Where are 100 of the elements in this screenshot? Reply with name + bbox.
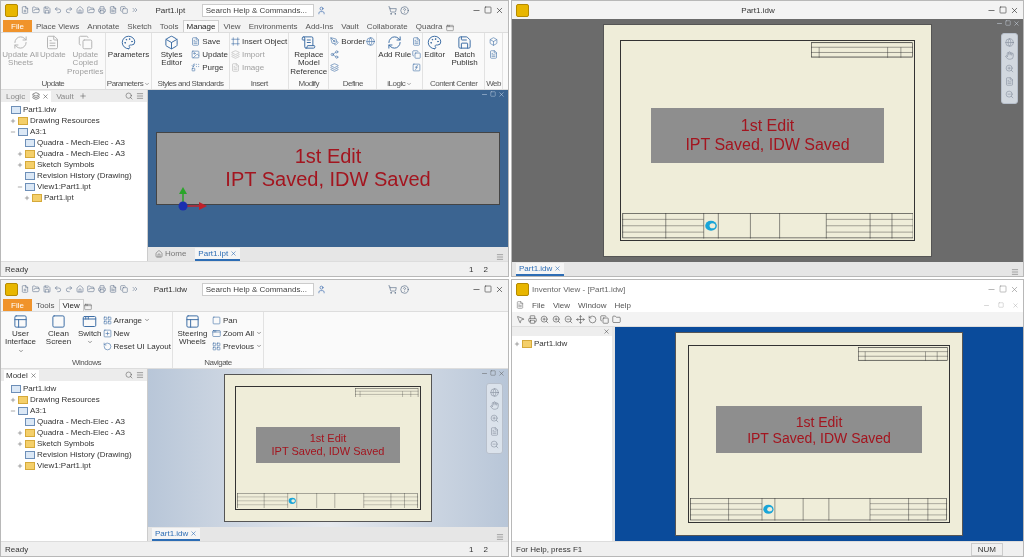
ribbon-button[interactable]: Arrange xyxy=(102,314,171,326)
ribbon-button[interactable]: Previous xyxy=(211,340,263,352)
ribbon-button[interactable]: Switch xyxy=(78,314,102,346)
redo-icon[interactable] xyxy=(65,6,73,14)
ribbon-button[interactable]: Update xyxy=(191,48,228,60)
search-field[interactable]: Search Help & Commands... xyxy=(201,282,314,296)
folder-icon[interactable] xyxy=(612,314,621,324)
panel-title[interactable]: Parameters xyxy=(106,78,151,89)
home-icon[interactable] xyxy=(76,6,84,14)
ribbon-tab[interactable]: View xyxy=(219,20,245,32)
collapse-icon[interactable] xyxy=(10,128,16,135)
folder-icon[interactable] xyxy=(32,285,40,293)
page-number[interactable]: 2 xyxy=(483,264,488,274)
page-number[interactable]: 1 xyxy=(469,264,474,274)
new-file-icon[interactable] xyxy=(21,285,29,293)
home-icon[interactable] xyxy=(76,285,84,293)
menu-item[interactable]: File xyxy=(532,300,545,310)
menu-icon[interactable] xyxy=(496,533,504,541)
printer-icon[interactable] xyxy=(528,314,537,324)
document-tab[interactable]: Home xyxy=(152,248,190,261)
printer-icon[interactable] xyxy=(98,285,106,293)
help-icon[interactable] xyxy=(400,5,410,15)
ribbon-icon-button[interactable] xyxy=(489,48,499,60)
ribbon-button[interactable]: Add Rule xyxy=(378,35,412,60)
expand-icon[interactable] xyxy=(17,429,23,436)
tree-item[interactable]: Part1.idw xyxy=(3,383,145,394)
ribbon-button[interactable]: Parameters xyxy=(109,35,147,60)
undo-icon[interactable] xyxy=(54,6,62,14)
ribbon-button[interactable]: Reset UI Layout xyxy=(102,340,171,352)
panel-toggle-icon[interactable] xyxy=(446,24,455,32)
orbit-icon[interactable] xyxy=(490,388,499,397)
close-icon[interactable] xyxy=(230,250,238,257)
ribbon-button[interactable]: New xyxy=(102,327,171,339)
ribbon-tab[interactable]: Add-Ins xyxy=(301,20,338,32)
undo-icon[interactable] xyxy=(54,285,62,293)
expand-icon[interactable] xyxy=(17,440,23,447)
ribbon-tab[interactable]: Tools xyxy=(155,20,183,32)
ribbon-tab[interactable]: Vault xyxy=(337,20,363,32)
search-icon[interactable] xyxy=(125,371,133,379)
ribbon-button[interactable]: Replace Model Reference xyxy=(290,35,328,77)
menu-item[interactable]: Help xyxy=(614,300,631,310)
document-icon[interactable] xyxy=(109,6,117,14)
ribbon-button[interactable]: Save xyxy=(191,35,228,47)
tree-item[interactable]: Quadra - Mech-Elec - A3 xyxy=(17,427,145,438)
tree-item[interactable]: A3:1 xyxy=(10,126,145,137)
zoom-icon[interactable] xyxy=(540,314,549,324)
expand-icon[interactable] xyxy=(10,117,16,124)
tree-item[interactable]: Part1.idw xyxy=(514,338,610,349)
redo-icon[interactable] xyxy=(65,285,73,293)
copy-icon[interactable] xyxy=(120,285,128,293)
collapse-icon[interactable] xyxy=(17,183,23,190)
close-icon[interactable] xyxy=(1010,5,1019,15)
cart-icon[interactable] xyxy=(388,5,398,15)
expand-icon[interactable] xyxy=(514,340,520,347)
ribbon-tab[interactable]: Manage xyxy=(182,20,220,32)
ribbon-tab[interactable]: Collaborate xyxy=(362,20,412,32)
tree-item[interactable]: Sketch Symbols xyxy=(17,438,145,449)
new-file-icon[interactable] xyxy=(21,6,29,14)
menu-icon[interactable] xyxy=(496,253,504,261)
tree-item[interactable]: View1:Part1.ipt xyxy=(17,181,145,192)
close-icon[interactable] xyxy=(42,92,50,100)
folder-icon[interactable] xyxy=(87,285,95,293)
ribbon-button[interactable]: Insert Object xyxy=(230,35,288,47)
menu-item[interactable]: View xyxy=(552,300,571,310)
panel-toggle-icon[interactable] xyxy=(83,303,92,311)
ribbon-icon-button[interactable] xyxy=(412,35,422,47)
zoom-page-icon[interactable] xyxy=(490,427,499,436)
expand-icon[interactable] xyxy=(24,194,30,201)
ribbon-tab[interactable]: Annotate xyxy=(83,20,124,32)
tree-item[interactable]: View1:Part1.ipt xyxy=(17,460,145,471)
search-icon[interactable] xyxy=(125,92,133,100)
ribbon-button[interactable]: Purge xyxy=(191,61,228,73)
hand-icon[interactable] xyxy=(1005,51,1014,60)
expand-icon[interactable] xyxy=(17,150,23,157)
menu-item[interactable]: Window xyxy=(578,300,607,310)
ribbon-button[interactable]: Zoom All xyxy=(211,327,263,339)
maximize-icon[interactable] xyxy=(484,6,492,14)
tree-item[interactable]: Quadra - Mech-Elec - A3 xyxy=(17,137,145,148)
close-icon[interactable] xyxy=(190,530,198,537)
maximize-icon[interactable] xyxy=(999,285,1007,293)
close-icon[interactable] xyxy=(29,371,37,379)
document-tab[interactable]: Part1.idw xyxy=(516,263,565,276)
ribbon-icon-button[interactable] xyxy=(489,35,499,47)
ribbon-button[interactable]: Editor xyxy=(424,35,446,60)
tree-item[interactable]: Part1.ipt xyxy=(24,192,145,203)
copy-icon[interactable] xyxy=(120,6,128,14)
close-icon[interactable] xyxy=(1010,284,1019,294)
zoom-icon[interactable] xyxy=(552,314,561,324)
hand-icon[interactable] xyxy=(490,401,499,410)
user-icon[interactable] xyxy=(316,5,326,15)
restore-icon[interactable] xyxy=(998,302,1004,308)
menu-icon[interactable] xyxy=(136,371,144,379)
user-icon[interactable] xyxy=(316,284,326,294)
tree-item[interactable]: Quadra - Mech-Elec - A3 xyxy=(17,416,145,427)
orbit-icon[interactable] xyxy=(1005,38,1014,47)
close-icon[interactable] xyxy=(498,370,505,377)
chevrons-icon[interactable] xyxy=(131,6,139,14)
tree-item[interactable]: Drawing Resources xyxy=(10,394,145,405)
expand-icon[interactable] xyxy=(17,161,23,168)
ribbon-button[interactable]: Clean Screen xyxy=(40,314,77,347)
